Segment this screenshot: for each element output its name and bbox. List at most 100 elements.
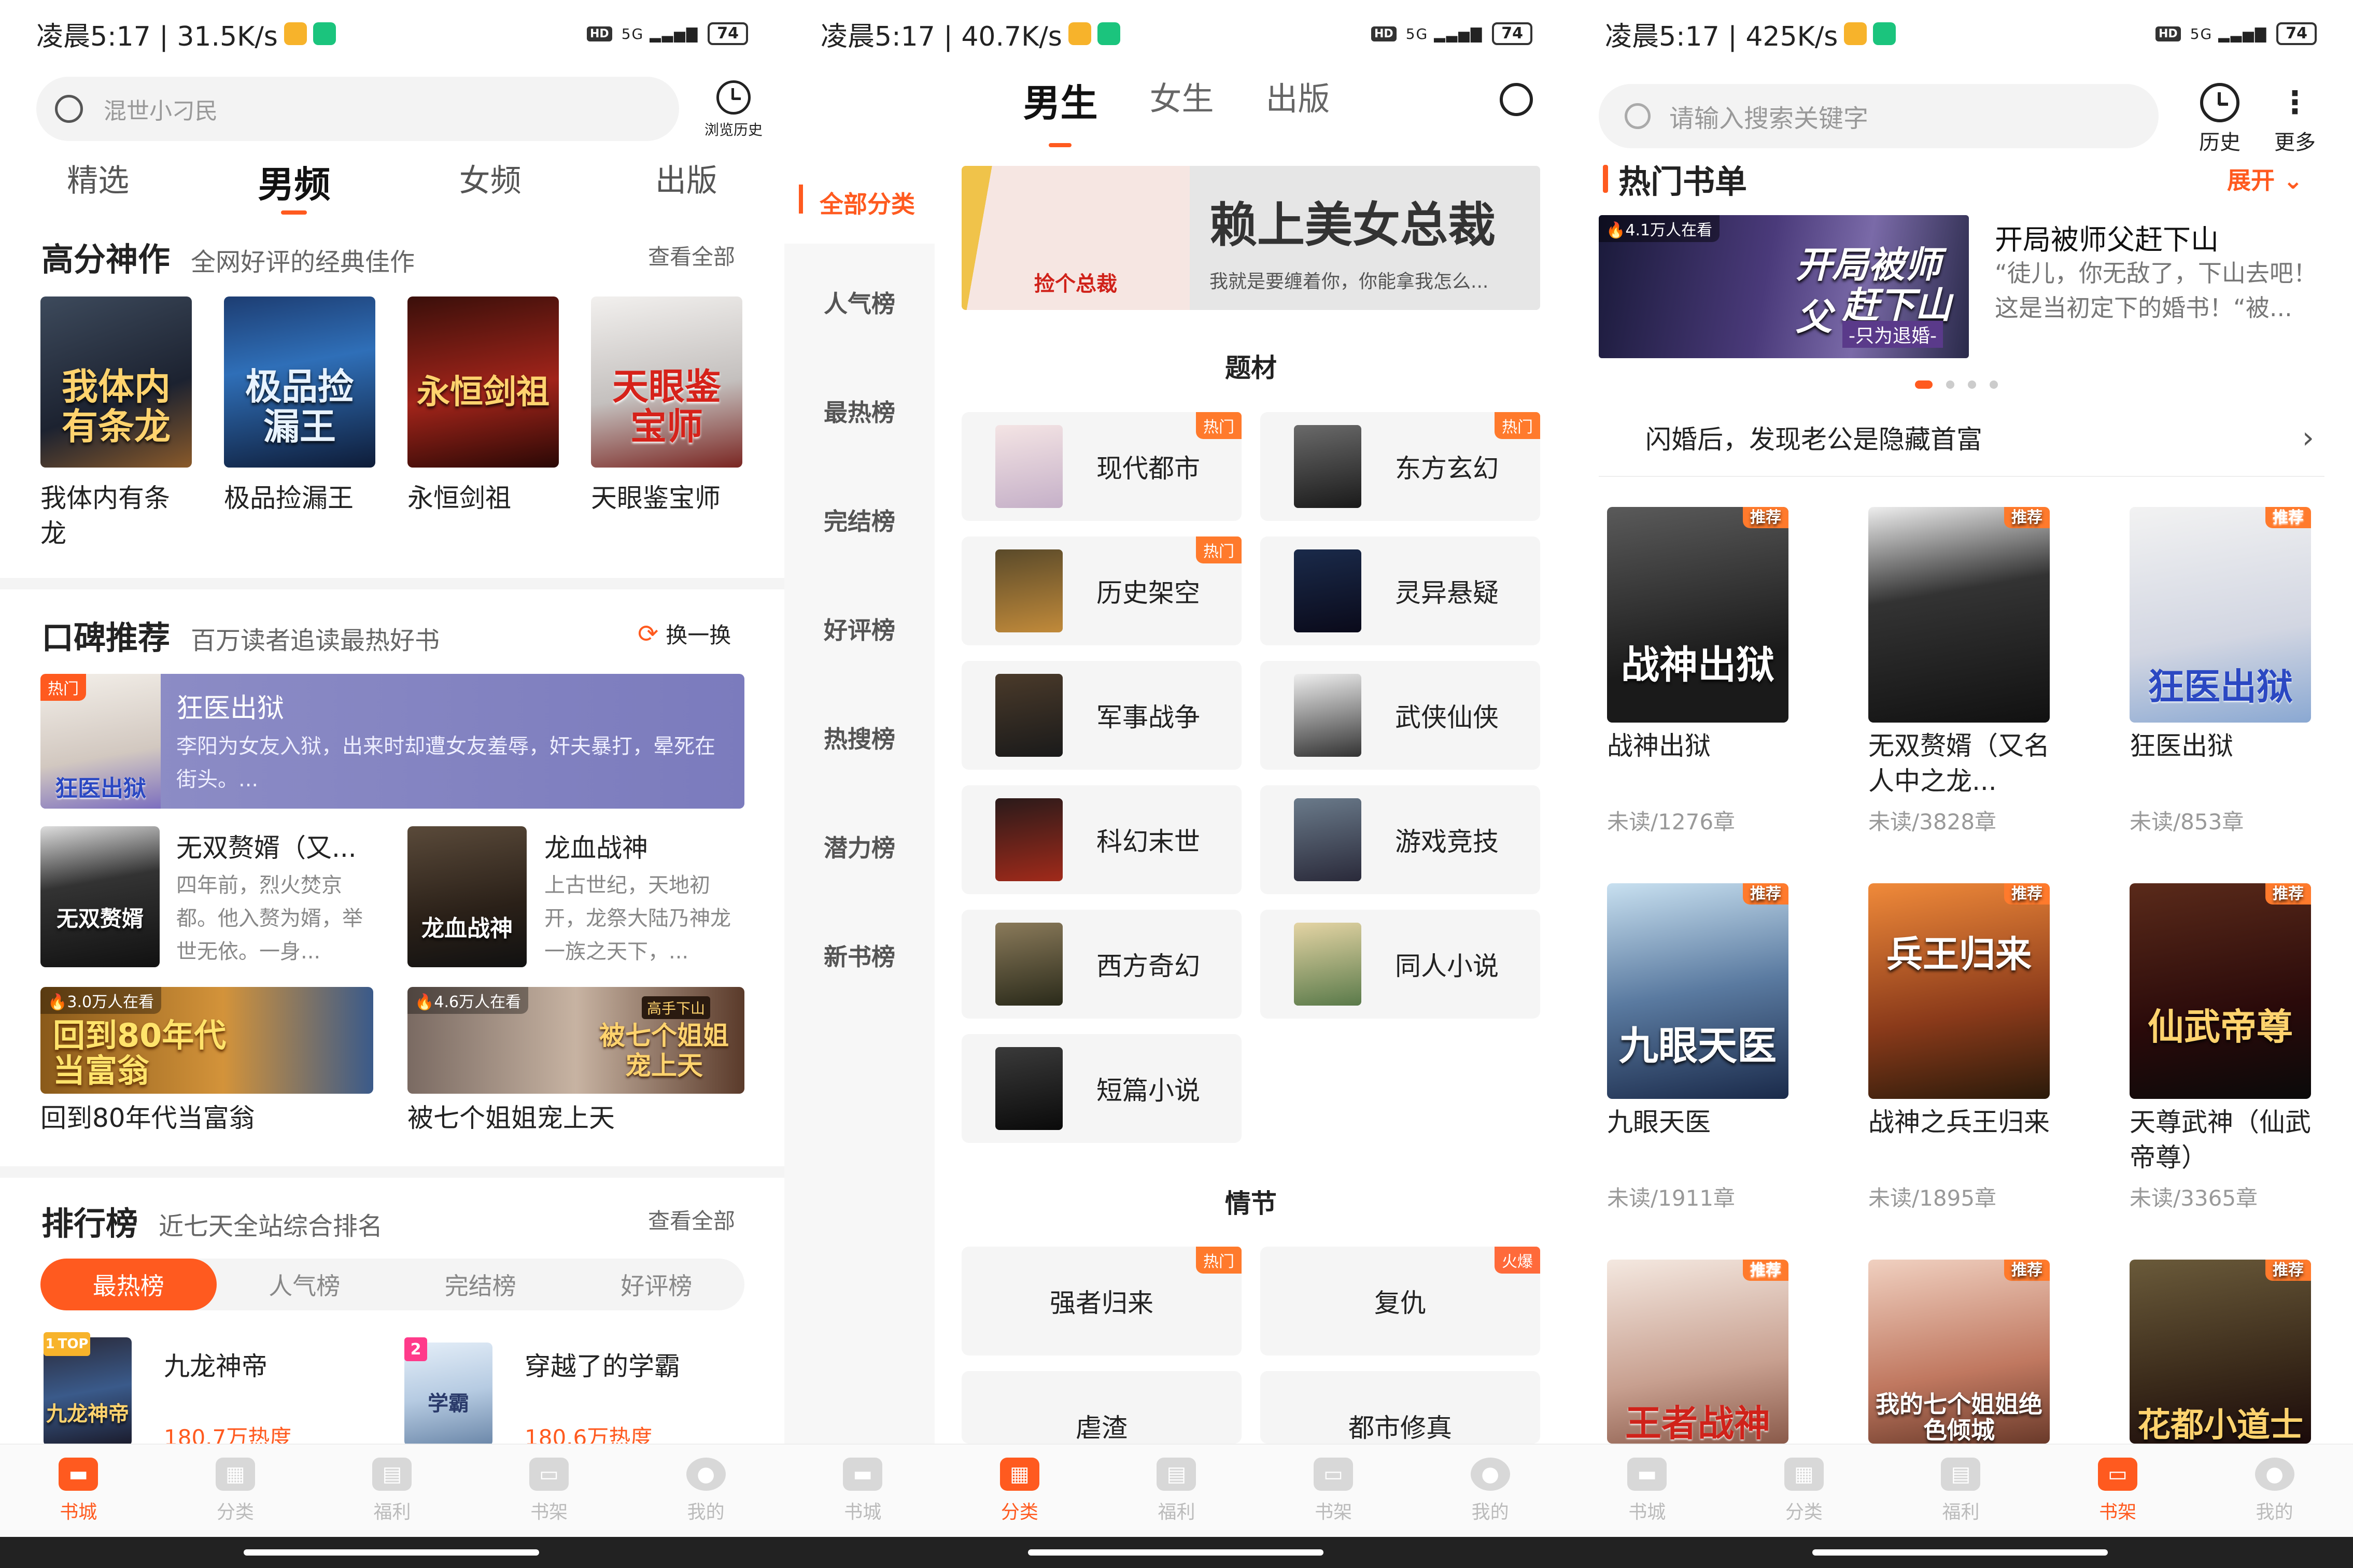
- video-banner[interactable]: 🔥3.0万人在看 回到80年代当富翁: [40, 987, 373, 1094]
- sidebar-item-top-rated[interactable]: 好评榜: [784, 612, 935, 646]
- book-title[interactable]: 九龙神帝: [164, 1346, 267, 1383]
- featured-book-card[interactable]: 狂医出狱 热门 狂医出狱 李阳为女友入狱，出来时却遭女友羞辱，奸夫暴打，晕死在街…: [40, 674, 744, 809]
- book-title[interactable]: 无双赘婿（又名人中之龙...: [1868, 729, 2065, 799]
- home-indicator: [1569, 1537, 2353, 1568]
- home-indicator: [784, 1537, 1569, 1568]
- video-title[interactable]: 回到80年代当富翁: [40, 1101, 255, 1136]
- plot-item[interactable]: 都市修真: [1260, 1371, 1540, 1444]
- tab-hottest[interactable]: 最热榜: [40, 1259, 217, 1310]
- book-title[interactable]: 战神出狱: [1607, 729, 1804, 764]
- book-title[interactable]: 无双赘婿（又...: [176, 827, 357, 865]
- promo-banner[interactable]: 捡个总裁 赖上美女总裁 我就是要缠着你，你能拿我怎么...: [962, 166, 1540, 310]
- sidebar-item-completed[interactable]: 完结榜: [784, 503, 935, 537]
- tab-female[interactable]: 女频: [392, 156, 588, 213]
- tab-featured[interactable]: 精选: [0, 156, 196, 213]
- tab-publish[interactable]: 出版: [1266, 73, 1330, 140]
- book-cover[interactable]: 极品捡漏王: [224, 296, 375, 468]
- sidebar-item-potential[interactable]: 潜力榜: [784, 829, 935, 864]
- search-icon[interactable]: [1500, 83, 1533, 116]
- tab-male[interactable]: 男频: [196, 156, 392, 215]
- plot-item[interactable]: 复仇 火爆: [1260, 1247, 1540, 1355]
- video-title[interactable]: 被七个姐姐宠上天: [407, 1101, 615, 1136]
- nav-bookstore[interactable]: ▬ 书城: [1569, 1445, 1726, 1537]
- tab-popular[interactable]: 人气榜: [217, 1259, 393, 1310]
- sidebar-item-hottest[interactable]: 最热榜: [784, 394, 935, 428]
- notice-item[interactable]: 闪婚后，发现老公是隐藏首富 ›: [1599, 399, 2324, 477]
- video-banner[interactable]: 🔥4.6万人在看 高手下山 被七个姐姐宠上天: [407, 987, 744, 1094]
- carousel-title[interactable]: 开局被师父赶下山: [1995, 217, 2219, 258]
- book-cover[interactable]: 我体内有条龙: [40, 296, 192, 468]
- book-title[interactable]: 穿越了的学霸: [525, 1346, 680, 1383]
- category-item[interactable]: 灵异悬疑: [1260, 536, 1540, 645]
- book-title[interactable]: 极品捡漏王: [224, 481, 375, 516]
- nav-category[interactable]: ▦ 分类: [1726, 1445, 1883, 1537]
- category-item[interactable]: 武侠仙侠: [1260, 661, 1540, 770]
- category-item[interactable]: 东方玄幻 热门: [1260, 412, 1540, 521]
- book-cover[interactable]: 九眼天医 推荐: [1607, 883, 1788, 1099]
- category-item[interactable]: 同人小说: [1260, 910, 1540, 1019]
- nav-me[interactable]: ● 我的: [627, 1445, 784, 1537]
- more-button[interactable]: ⋮ 更多: [2266, 83, 2323, 156]
- category-item[interactable]: 军事战争: [962, 661, 1242, 770]
- nav-me[interactable]: ● 我的: [1412, 1445, 1569, 1537]
- view-all-link[interactable]: 查看全部: [648, 239, 735, 271]
- category-item[interactable]: 科幻末世: [962, 785, 1242, 894]
- refresh-button[interactable]: ⟳ 换一换: [638, 618, 731, 649]
- book-title[interactable]: 九眼天医: [1607, 1105, 1804, 1140]
- tab-male[interactable]: 男生: [1023, 73, 1097, 147]
- nav-welfare[interactable]: ▤ 福利: [1098, 1445, 1255, 1537]
- nav-me[interactable]: ● 我的: [2196, 1445, 2353, 1537]
- book-title[interactable]: 永恒剑祖: [407, 481, 559, 516]
- category-item[interactable]: 游戏竞技: [1260, 785, 1540, 894]
- nav-bookshelf[interactable]: ▭ 书架: [471, 1445, 628, 1537]
- nav-category[interactable]: ▦ 分类: [157, 1445, 314, 1537]
- book-cover[interactable]: 永恒剑祖: [407, 296, 559, 468]
- book-cover[interactable]: 花都小道士 推荐: [2130, 1260, 2311, 1444]
- sidebar-item-popular[interactable]: 人气榜: [784, 285, 935, 319]
- nav-welfare[interactable]: ▤ 福利: [1882, 1445, 2039, 1537]
- tab-completed[interactable]: 完结榜: [392, 1259, 569, 1310]
- sidebar-item-all[interactable]: 全部分类: [784, 186, 935, 220]
- nav-bookshelf[interactable]: ▭ 书架: [1255, 1445, 1412, 1537]
- book-title[interactable]: 天眼鉴宝师: [591, 481, 742, 516]
- history-button[interactable]: 历史: [2189, 83, 2251, 156]
- book-title[interactable]: 战神之兵王归来: [1868, 1105, 2065, 1140]
- book-cover[interactable]: 仙武帝尊 推荐: [2130, 883, 2311, 1099]
- category-item[interactable]: 短篇小说: [962, 1034, 1242, 1143]
- book-cover[interactable]: 战神出狱 推荐: [1607, 507, 1788, 723]
- search-input[interactable]: 混世小刁民: [36, 77, 679, 141]
- book-cover[interactable]: 推荐: [1868, 507, 2050, 723]
- category-item[interactable]: 现代都市 热门: [962, 412, 1242, 521]
- sidebar-item-new[interactable]: 新书榜: [784, 938, 935, 972]
- plot-item[interactable]: 虐渣: [962, 1371, 1242, 1444]
- book-title[interactable]: 我体内有条龙: [40, 481, 192, 551]
- book-cover[interactable]: 龙血战神: [407, 826, 527, 967]
- tab-female[interactable]: 女生: [1149, 73, 1214, 140]
- book-cover[interactable]: 我的七个姐姐绝色倾城 推荐: [1868, 1260, 2050, 1444]
- category-item[interactable]: 历史架空 热门: [962, 536, 1242, 645]
- sidebar-item-hot-search[interactable]: 热搜榜: [784, 721, 935, 755]
- nav-category[interactable]: ▦ 分类: [941, 1445, 1098, 1537]
- carousel-banner[interactable]: 🔥4.1万人在看 开局被师父 赶下山 -只为退婚-: [1599, 215, 1969, 358]
- nav-welfare[interactable]: ▤ 福利: [314, 1445, 471, 1537]
- book-cover[interactable]: 狂医出狱 推荐: [2130, 507, 2311, 723]
- nav-bookstore[interactable]: ▬ 书城: [784, 1445, 941, 1537]
- tab-top-rated[interactable]: 好评榜: [569, 1259, 745, 1310]
- book-cover[interactable]: 无双赘婿: [40, 826, 160, 967]
- book-cover[interactable]: 兵王归来 推荐: [1868, 883, 2050, 1099]
- book-cover[interactable]: 王者战神 推荐: [1607, 1260, 1788, 1444]
- book-title[interactable]: 天尊武神（仙武帝尊）: [2130, 1105, 2327, 1175]
- view-all-link[interactable]: 查看全部: [648, 1204, 735, 1235]
- nav-bookstore[interactable]: ▬ 书城: [0, 1445, 157, 1537]
- tab-publish[interactable]: 出版: [588, 156, 784, 213]
- history-button[interactable]: 浏览历史: [695, 80, 772, 139]
- book-title[interactable]: 狂医出狱: [2130, 729, 2327, 764]
- search-input[interactable]: 请输入搜索关键字: [1599, 84, 2159, 148]
- book-cover[interactable]: 天眼鉴宝师: [591, 296, 742, 468]
- carousel-desc: “徒儿，你无敌了，下山去吧！这是当初定下的婚书！“被...: [1995, 259, 2317, 322]
- plot-item[interactable]: 强者归来 热门: [962, 1247, 1242, 1355]
- nav-bookshelf[interactable]: ▭ 书架: [2039, 1445, 2196, 1537]
- expand-button[interactable]: 展开 ⌄: [2227, 162, 2303, 196]
- category-item[interactable]: 西方奇幻: [962, 910, 1242, 1019]
- book-title[interactable]: 龙血战神: [544, 827, 648, 865]
